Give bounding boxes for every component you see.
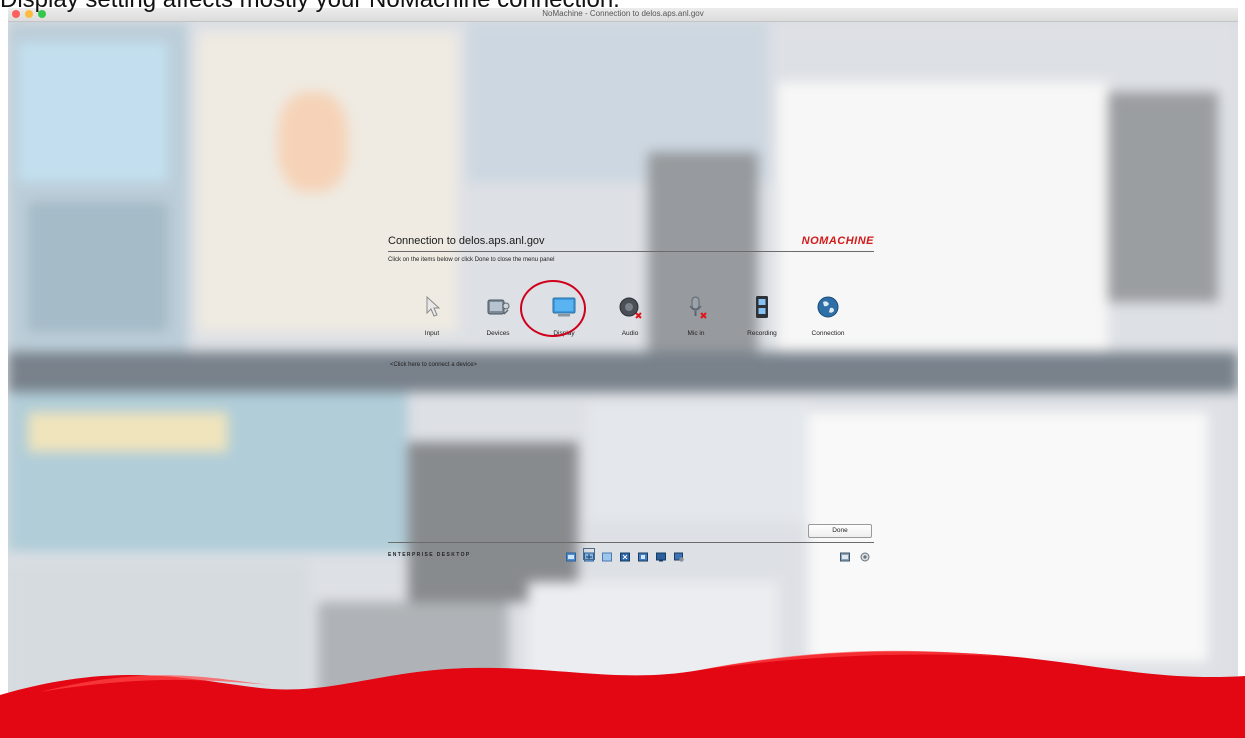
devices-icon bbox=[485, 294, 511, 320]
pointer-icon bbox=[419, 294, 445, 320]
menu-item-label: Recording bbox=[747, 330, 777, 337]
menu-item-label: Connection bbox=[811, 330, 845, 337]
panel-subtitle: Click on the items below or click Done t… bbox=[388, 257, 555, 263]
remote-desktop-background: Connection to delos.aps.anl.gov NOMACHIN… bbox=[8, 22, 1238, 710]
menu-item-display[interactable]: Display bbox=[520, 280, 594, 337]
done-button[interactable]: Done bbox=[808, 524, 872, 538]
toolbar-settings-icon[interactable] bbox=[674, 549, 684, 562]
decorative-red-wave bbox=[0, 650, 1245, 738]
info-icon[interactable] bbox=[860, 549, 870, 562]
connect-device-link[interactable]: <Click here to connect a device> bbox=[390, 362, 477, 368]
toolbar-scale-icon[interactable] bbox=[620, 549, 630, 562]
monitor-icon bbox=[551, 294, 577, 320]
divider bbox=[388, 542, 874, 543]
menu-item-devices[interactable]: Devices bbox=[468, 294, 528, 337]
slide-caption: Display setting affects mostly your NoMa… bbox=[0, 0, 620, 14]
menu-item-label: Mic in bbox=[687, 330, 705, 337]
toolbar-fullscreen-icon[interactable] bbox=[638, 549, 648, 562]
divider bbox=[388, 251, 874, 252]
speaker-disabled-icon bbox=[617, 294, 643, 320]
toolbar-fit-icon[interactable] bbox=[566, 549, 576, 562]
fullscreen-toggle-icon[interactable] bbox=[840, 549, 850, 562]
menu-item-label: Devices bbox=[486, 330, 510, 337]
microphone-disabled-icon bbox=[683, 294, 709, 320]
film-icon bbox=[749, 294, 775, 320]
nomachine-window: NoMachine - Connection to delos.aps.anl.… bbox=[8, 8, 1238, 710]
nomachine-logo: NOMACHINE bbox=[801, 235, 874, 247]
menu-item-connection[interactable]: Connection bbox=[798, 294, 858, 337]
globe-icon bbox=[815, 294, 841, 320]
toolbar-resize-icon[interactable] bbox=[583, 548, 595, 562]
menu-item-mic-in[interactable]: Mic in bbox=[666, 294, 726, 337]
menu-item-label: Audio bbox=[621, 330, 639, 337]
menu-item-audio[interactable]: Audio bbox=[600, 294, 660, 337]
toolbar-monitor-icon[interactable] bbox=[656, 549, 666, 562]
panel-title: Connection to delos.aps.anl.gov bbox=[388, 235, 545, 247]
menu-panel: Connection to delos.aps.anl.gov NOMACHIN… bbox=[388, 228, 874, 568]
toolbar-window-icon[interactable] bbox=[602, 549, 612, 562]
menu-item-input[interactable]: Input bbox=[402, 294, 462, 337]
menu-item-recording[interactable]: Recording bbox=[732, 294, 792, 337]
enterprise-desktop-label: ENTERPRISE DESKTOP bbox=[388, 552, 471, 558]
menu-item-label: Input bbox=[424, 330, 440, 337]
